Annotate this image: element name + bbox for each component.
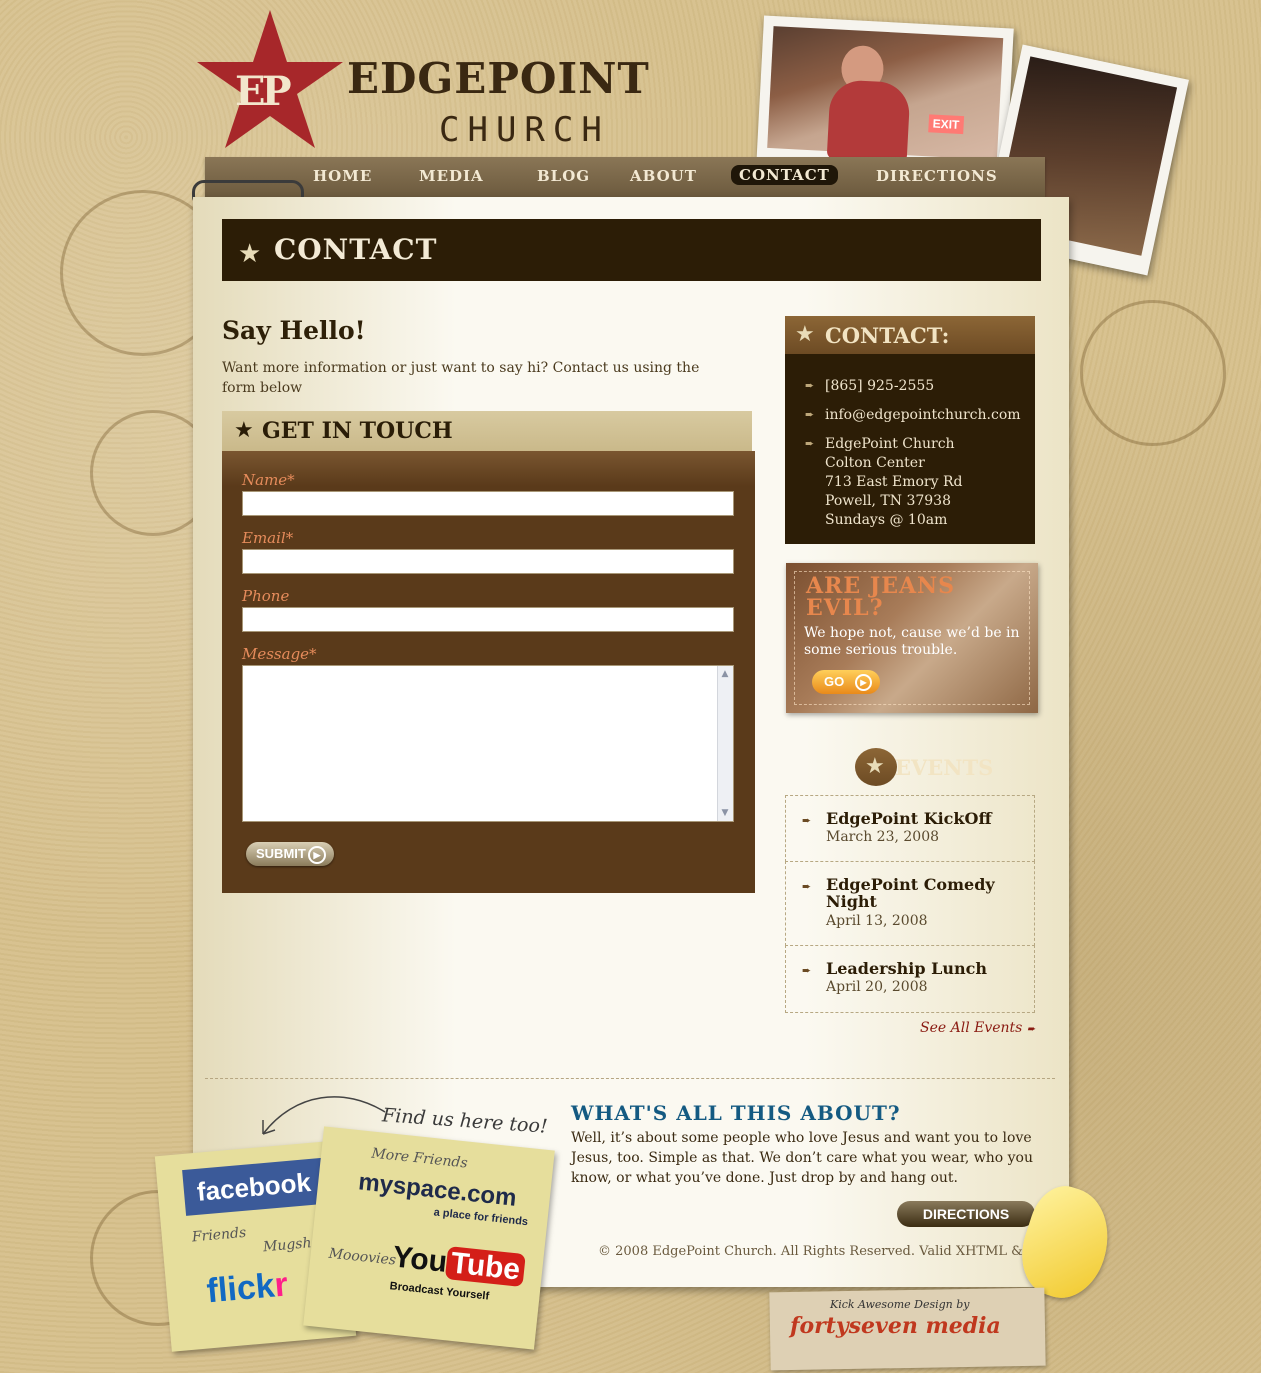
nav-directions[interactable]: DIRECTIONS — [876, 167, 998, 185]
sidebar-contact-title: CONTACT: — [825, 323, 950, 348]
nav-contact[interactable]: CONTACT — [731, 165, 838, 185]
site-logo[interactable]: EP EDGEPOINT CHURCH — [195, 10, 735, 150]
email-input[interactable] — [242, 549, 734, 574]
email-label: Email* — [242, 529, 294, 547]
event-item[interactable]: ➨ EdgePoint KickOff March 23, 2008 — [785, 795, 1035, 862]
scroll-up-icon[interactable]: ▲ — [720, 669, 730, 679]
nav-media[interactable]: MEDIA — [419, 167, 484, 185]
arrow-bullet-icon: ➨ — [805, 437, 815, 450]
scroll-down-icon[interactable]: ▼ — [720, 808, 730, 818]
page-title: CONTACT — [274, 233, 438, 266]
more-friends-caption: More Friends — [370, 1145, 469, 1172]
name-label: Name* — [242, 471, 295, 489]
sidebar-contact-header: ★ CONTACT: — [785, 316, 1035, 354]
contact-phone[interactable]: [865] 925-2555 — [825, 377, 934, 396]
arrow-right-icon: ▶ — [855, 674, 872, 691]
youtube-text: You — [391, 1240, 449, 1279]
arrow-bullet-icon: ➨ — [802, 964, 812, 977]
form-tab: ★ GET IN TOUCH — [222, 411, 752, 453]
intro-text: Want more information or just want to sa… — [222, 360, 700, 396]
phone-label: Phone — [242, 587, 290, 605]
flickr-link[interactable]: flickr — [205, 1265, 289, 1311]
see-all-events-link[interactable]: See All Events ➨ — [920, 1020, 1035, 1036]
arrow-right-icon: ➨ — [1026, 1024, 1036, 1035]
youtube-tagline: Broadcast Yourself — [389, 1280, 490, 1303]
exit-sign: EXIT — [928, 114, 964, 135]
promo-title: ARE JEANS EVIL? — [806, 573, 956, 621]
event-title[interactable]: EdgePoint KickOff — [826, 810, 1026, 827]
event-title[interactable]: Leadership Lunch — [826, 960, 1026, 977]
decorative-swirl — [1080, 300, 1226, 446]
events-header: ★ EVENTS — [855, 748, 993, 786]
form-title: GET IN TOUCH — [262, 418, 453, 444]
sidebar-contact-box: ★ CONTACT: ➨ [865] 925-2555 ➨ info@edgep… — [785, 316, 1035, 544]
star-icon: ★ — [238, 239, 262, 269]
footer-divider — [205, 1078, 1055, 1079]
logo-name: EDGEPOINT — [347, 54, 650, 103]
designer-credit-link[interactable]: fortyseven media — [790, 1313, 1001, 1339]
about-heading: WHAT'S ALL THIS ABOUT? — [571, 1101, 901, 1125]
address-line: EdgePoint Church — [825, 436, 955, 452]
nav-blog[interactable]: BLOG — [537, 167, 590, 185]
header-photo: EXIT — [756, 15, 1014, 179]
directions-button[interactable]: DIRECTIONS — [897, 1201, 1035, 1227]
arrow-bullet-icon: ➨ — [805, 408, 815, 421]
social-note-right: More Friends myspace.com a place for fri… — [303, 1126, 555, 1350]
star-icon: ★ — [795, 322, 815, 347]
flickr-text-accent: r — [272, 1265, 290, 1305]
go-label: GO — [824, 674, 845, 689]
event-item[interactable]: ➨ EdgePoint Comedy Night April 13, 2008 — [785, 861, 1035, 946]
name-input[interactable] — [242, 491, 734, 516]
message-textarea[interactable]: ▲ ▼ — [242, 665, 734, 822]
arrow-bullet-icon: ➨ — [805, 379, 815, 392]
contact-email[interactable]: info@edgepointchurch.com — [825, 406, 1021, 425]
event-date: March 23, 2008 — [826, 829, 940, 845]
promo-text: We hope not, cause we’d be in some serio… — [804, 625, 1020, 658]
mooovies-caption: Mooovies — [327, 1245, 397, 1269]
events-title: EVENTS — [895, 755, 994, 780]
event-date: April 20, 2008 — [826, 979, 928, 995]
friends-caption: Friends — [191, 1224, 247, 1246]
message-label: Message* — [242, 645, 317, 663]
phone-input[interactable] — [242, 607, 734, 632]
contact-form: Name* Email* Phone Message* ▲ ▼ SUBMIT ▶ — [222, 451, 755, 893]
page-title-bar: ★ CONTACT — [222, 219, 1041, 281]
submit-label: SUBMIT — [256, 846, 306, 861]
facebook-link[interactable]: facebook — [182, 1157, 326, 1216]
address-line: Colton Center — [825, 455, 925, 471]
logo-subtitle: CHURCH — [439, 110, 610, 150]
say-hello-heading: Say Hello! — [222, 316, 366, 345]
address-line: Powell, TN 37938 — [825, 493, 951, 509]
about-text: Well, it’s about some people who love Je… — [571, 1130, 1033, 1186]
jeans-promo[interactable]: ARE JEANS EVIL? We hope not, cause we’d … — [786, 563, 1038, 713]
arrow-right-icon: ▶ — [308, 846, 326, 864]
arrow-bullet-icon: ➨ — [802, 814, 812, 827]
go-button[interactable]: GO ▶ — [812, 670, 880, 694]
event-title[interactable]: EdgePoint Comedy Night — [826, 876, 1026, 910]
arrow-bullet-icon: ➨ — [802, 880, 812, 893]
nav-home[interactable]: HOME — [313, 167, 372, 185]
youtube-text-accent: Tube — [445, 1246, 526, 1288]
star-icon: ★ — [865, 754, 885, 779]
address-line: 713 East Emory Rd — [825, 474, 963, 490]
see-all-label: See All Events — [920, 1020, 1023, 1036]
main-nav: HOME MEDIA BLOG ABOUT CONTACT DIRECTIONS — [205, 157, 1045, 197]
submit-button[interactable]: SUBMIT ▶ — [246, 842, 334, 866]
youtube-link[interactable]: YouTube — [391, 1240, 526, 1288]
textarea-scrollbar[interactable]: ▲ ▼ — [717, 666, 733, 821]
copyright: © 2008 EdgePoint Church. All Rights Rese… — [598, 1244, 1059, 1259]
service-time: Sundays @ 10am — [825, 512, 948, 528]
nav-about[interactable]: ABOUT — [630, 167, 697, 185]
star-icon: ★ — [234, 418, 254, 443]
credit-caption: Kick Awesome Design by — [830, 1298, 970, 1311]
event-item[interactable]: ➨ Leadership Lunch April 20, 2008 — [785, 945, 1035, 1013]
event-date: April 13, 2008 — [826, 913, 928, 929]
logo-initials: EP — [235, 68, 292, 115]
flickr-text: flick — [205, 1266, 277, 1311]
events-box: ★ EVENTS ➨ EdgePoint KickOff March 23, 2… — [785, 733, 1035, 1013]
